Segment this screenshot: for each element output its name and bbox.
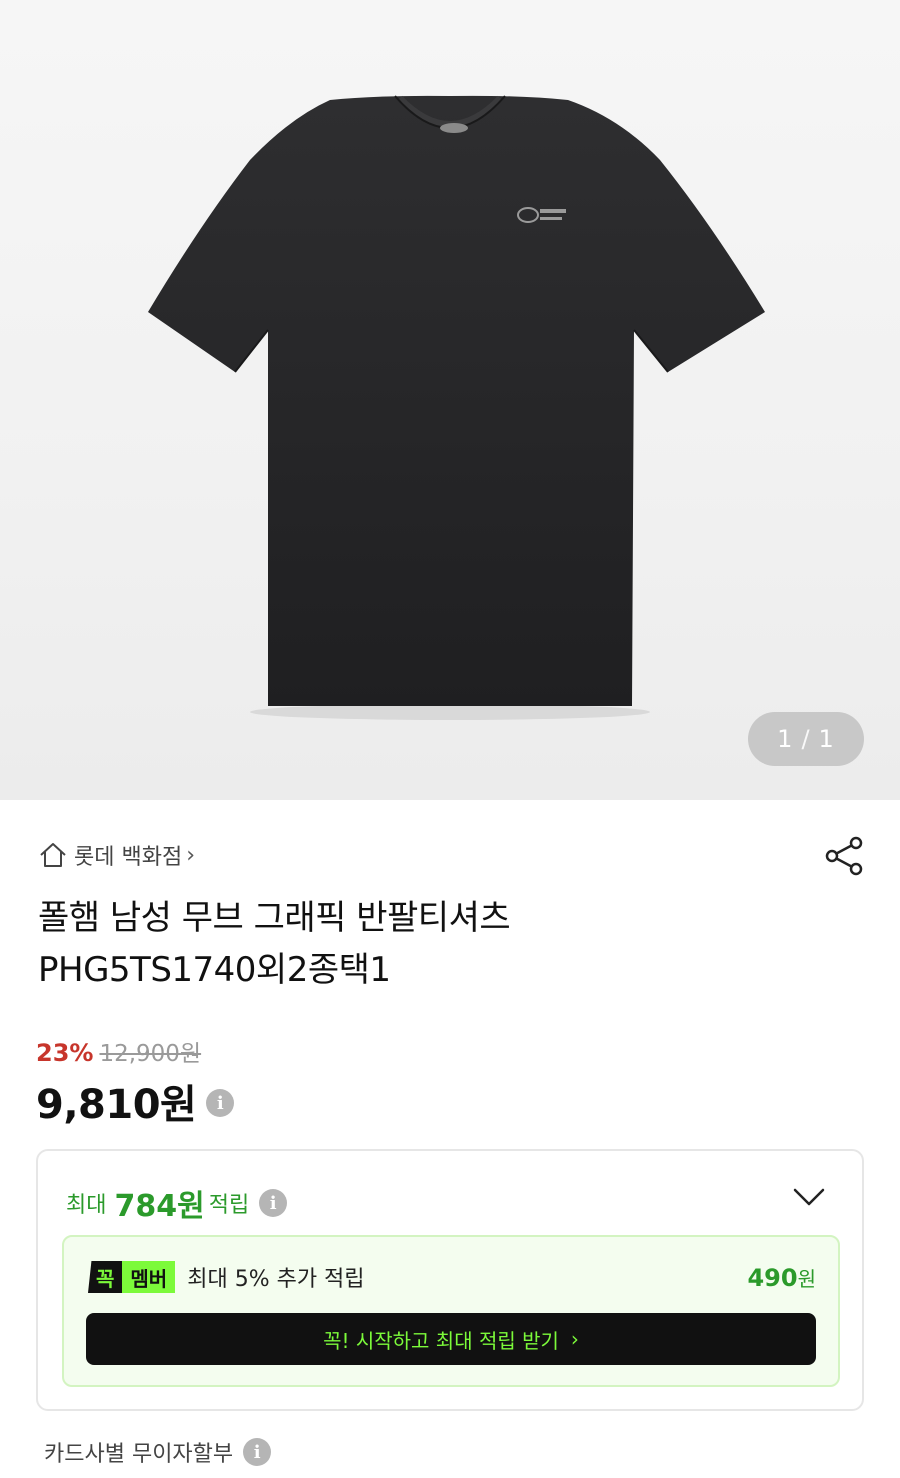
membership-amount-value: 490	[747, 1263, 798, 1292]
membership-badge-part1: 꼭	[88, 1261, 123, 1293]
share-icon[interactable]	[822, 834, 866, 878]
membership-amount: 490원	[747, 1263, 816, 1292]
price-info-icon[interactable]: i	[206, 1089, 235, 1117]
product-title: 폴햄 남성 무브 그래픽 반팔티셔츠 PHG5TS1740외2종택1	[38, 892, 818, 996]
installment-row[interactable]: 카드사별 무이자할부 i	[44, 1436, 272, 1468]
points-prefix: 최대	[66, 1193, 107, 1218]
membership-description: 최대 5% 추가 적립	[187, 1267, 365, 1292]
chevron-right-icon: ›	[570, 1327, 579, 1351]
membership-badge: 꼭 멤버	[88, 1261, 176, 1293]
membership-box: 꼭 멤버 최대 5% 추가 적립 490원 꼭! 시작하고 최대 적립 받기 ›	[62, 1235, 840, 1387]
store-name: 롯데 백화점	[74, 845, 183, 870]
points-info-icon[interactable]: i	[259, 1189, 288, 1217]
chevron-down-icon[interactable]	[792, 1185, 826, 1209]
chevron-right-icon: ›	[186, 842, 196, 868]
product-title-line1: 폴햄 남성 무브 그래픽 반팔티셔츠	[38, 898, 511, 938]
points-amount: 784원	[114, 1189, 205, 1224]
image-counter-total: 1	[818, 725, 835, 753]
membership-cta-button[interactable]: 꼭! 시작하고 최대 적립 받기 ›	[86, 1313, 816, 1365]
installment-label: 카드사별 무이자할부	[44, 1442, 234, 1467]
membership-badge-part2: 멤버	[122, 1261, 176, 1293]
membership-cta-label: 꼭! 시작하고 최대 적립 받기	[323, 1328, 559, 1353]
points-card: 최대 784원 적립 i 꼭 멤버 최대 5% 추가 적립 490원 꼭! 시작…	[36, 1149, 864, 1411]
home-icon	[40, 843, 66, 867]
membership-row: 꼭 멤버 최대 5% 추가 적립 490원	[88, 1261, 816, 1293]
product-image	[148, 95, 765, 720]
discount-rate: 23%	[36, 1039, 94, 1067]
image-counter: 1 / 1	[748, 712, 864, 766]
image-counter-separator: /	[801, 725, 811, 753]
original-price: 12,900원	[99, 1041, 202, 1067]
installment-info-icon[interactable]: i	[243, 1438, 272, 1466]
image-counter-current: 1	[777, 725, 794, 753]
points-summary: 최대 784원 적립 i	[66, 1181, 288, 1225]
discount-row: 23% 12,900원	[36, 1034, 201, 1068]
product-title-line2: PHG5TS1740외2종택1	[38, 950, 391, 990]
store-link[interactable]: 롯데 백화점 ›	[38, 838, 195, 872]
price-row: 9,810원 i	[36, 1072, 235, 1130]
product-image-gallery[interactable]: 1 / 1	[0, 0, 900, 800]
sale-price: 9,810원	[36, 1082, 197, 1128]
points-suffix: 적립	[208, 1193, 250, 1218]
membership-amount-unit: 원	[797, 1266, 816, 1291]
